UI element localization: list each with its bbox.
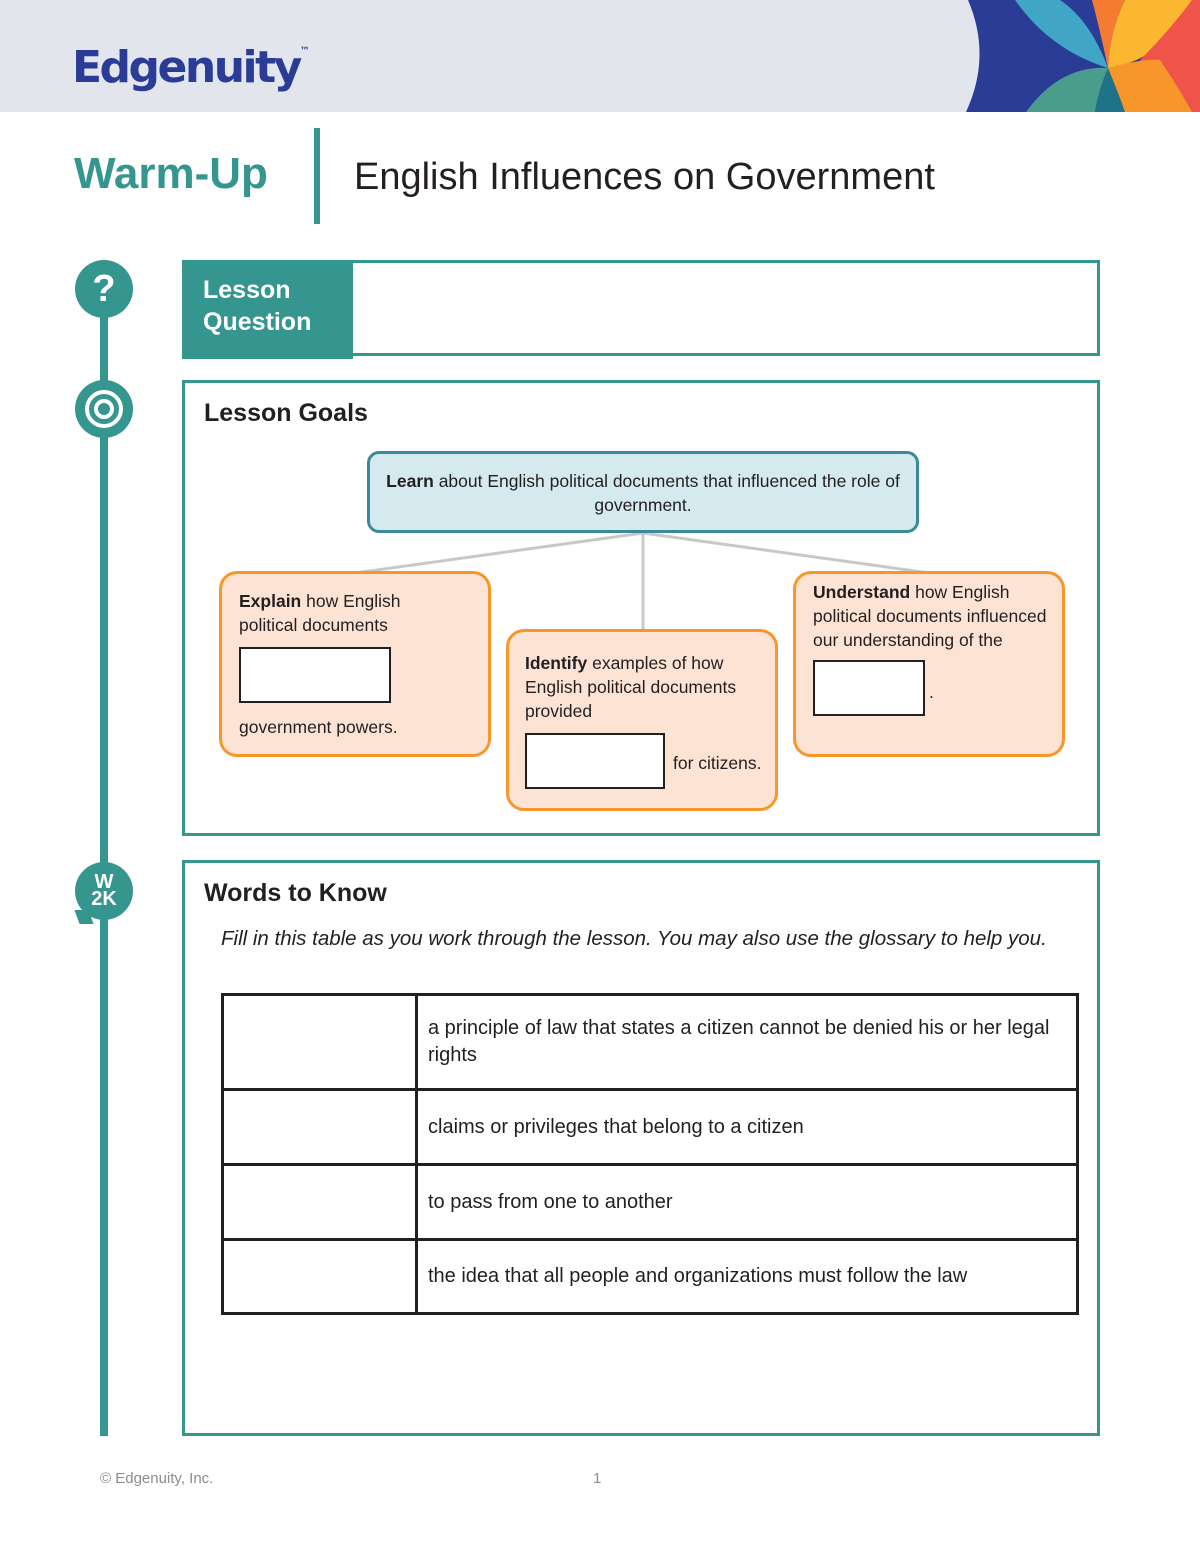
words-to-know-panel: Words to Know Fill in this table as you … — [182, 860, 1100, 1436]
goal-understand-row: . — [813, 660, 1062, 716]
brand-name: Edgenuity — [72, 42, 302, 93]
table-row: the idea that all people and organizatio… — [221, 1238, 1079, 1315]
question-icon: ? — [75, 260, 133, 318]
speech-tail — [74, 910, 94, 924]
lesson-goals-panel: Lesson Goals Learn about English politic… — [182, 380, 1100, 836]
goal-identify: Identify examples of how English politic… — [506, 629, 778, 811]
goal-explain-blank-field[interactable] — [239, 647, 391, 703]
title-divider — [314, 128, 320, 224]
goal-explain-text-after: government powers. — [239, 717, 398, 737]
definition-cell: claims or privileges that belong to a ci… — [415, 1088, 1079, 1166]
table-row: to pass from one to another — [221, 1163, 1079, 1241]
goal-understand: Understand how English political documen… — [793, 571, 1065, 757]
vocab-table: a principle of law that states a citizen… — [221, 993, 1079, 1315]
words-to-know-instructions: Fill in this table as you work through t… — [221, 927, 1047, 950]
term-field[interactable] — [221, 1088, 418, 1166]
page-subtitle: English Influences on Government — [354, 156, 935, 198]
words-to-know-heading: Words to Know — [204, 879, 387, 907]
lesson-question-label: Lesson Question — [182, 260, 353, 359]
target-ring — [85, 390, 123, 428]
term-field[interactable] — [221, 1163, 418, 1241]
term-field[interactable] — [221, 993, 418, 1091]
footer-copyright: © Edgenuity, Inc. — [100, 1470, 214, 1487]
definition-cell: a principle of law that states a citizen… — [415, 993, 1079, 1091]
definition-cell: the idea that all people and organizatio… — [415, 1238, 1079, 1315]
goal-explain-verb: Explain — [239, 591, 302, 611]
connector-explain — [354, 531, 644, 575]
goal-identify-verb: Identify — [525, 653, 588, 673]
trademark: ™ — [299, 46, 310, 57]
lesson-question-panel: Lesson Question — [182, 260, 1100, 359]
goal-identify-row: for citizens. — [525, 733, 775, 789]
goal-explain: Explain how English political documents … — [219, 571, 491, 757]
header-band: Edgenuity™ — [0, 0, 1200, 112]
goal-learn-verb: Learn — [386, 471, 434, 491]
target-inner-ring — [94, 399, 114, 419]
connector-understand — [642, 531, 930, 575]
goal-learn: Learn about English political documents … — [367, 451, 919, 533]
lesson-question-label-line2: Question — [203, 308, 312, 336]
goal-identify-blank-field[interactable] — [525, 733, 665, 789]
table-row: claims or privileges that belong to a ci… — [221, 1088, 1079, 1166]
decorative-petals-icon — [930, 0, 1200, 112]
definition-cell: to pass from one to another — [415, 1163, 1079, 1241]
goal-understand-blank-field[interactable] — [813, 660, 925, 716]
table-row: a principle of law that states a citizen… — [221, 993, 1079, 1091]
goal-learn-text: about English political documents that i… — [433, 471, 900, 515]
words-to-know-icon: W 2K — [74, 862, 133, 924]
target-icon — [75, 380, 133, 438]
lesson-goals-heading: Lesson Goals — [204, 399, 368, 427]
term-field[interactable] — [221, 1238, 418, 1315]
lesson-question-label-line1: Lesson — [203, 276, 291, 304]
footer-page-number: 1 — [593, 1470, 602, 1487]
edgenuity-logo: Edgenuity™ — [72, 46, 310, 90]
goal-identify-text-after: for citizens. — [673, 753, 762, 773]
w2k-bottom: 2K — [91, 888, 117, 910]
question-mark: ? — [92, 267, 116, 310]
page-title: Warm-Up — [74, 149, 268, 198]
lesson-question-answer-field[interactable] — [357, 263, 1097, 353]
goal-understand-text-after: . — [929, 682, 934, 702]
goal-understand-verb: Understand — [813, 582, 911, 602]
